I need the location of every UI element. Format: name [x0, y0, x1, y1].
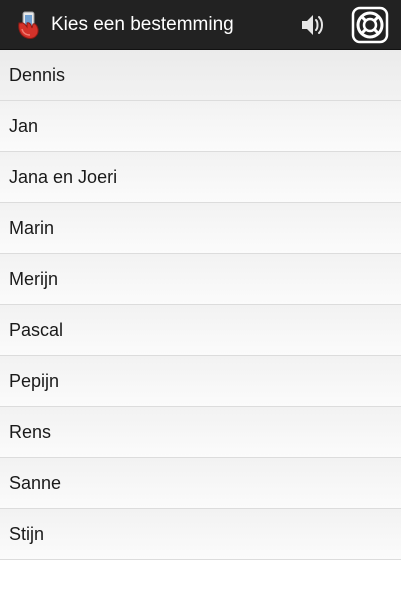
list-item-rens[interactable]: Rens	[0, 407, 401, 458]
action-bar: Kies een bestemming	[0, 0, 401, 50]
list-item-dennis[interactable]: Dennis	[0, 50, 401, 101]
sound-button[interactable]	[292, 5, 332, 45]
app-logo-icon[interactable]	[13, 9, 45, 41]
destination-list: Dennis Jan Jana en Joeri Marin Merijn Pa…	[0, 50, 401, 560]
lifebuoy-help-icon	[351, 6, 389, 44]
list-item-pascal[interactable]: Pascal	[0, 305, 401, 356]
list-item-jana-en-joeri[interactable]: Jana en Joeri	[0, 152, 401, 203]
speaker-volume-icon	[302, 15, 323, 35]
list-item-pepijn[interactable]: Pepijn	[0, 356, 401, 407]
page-title: Kies een bestemming	[51, 14, 234, 35]
list-item-marin[interactable]: Marin	[0, 203, 401, 254]
help-button[interactable]	[350, 5, 390, 45]
list-item-jan[interactable]: Jan	[0, 101, 401, 152]
list-item-sanne[interactable]: Sanne	[0, 458, 401, 509]
list-item-merijn[interactable]: Merijn	[0, 254, 401, 305]
list-item-stijn[interactable]: Stijn	[0, 509, 401, 560]
